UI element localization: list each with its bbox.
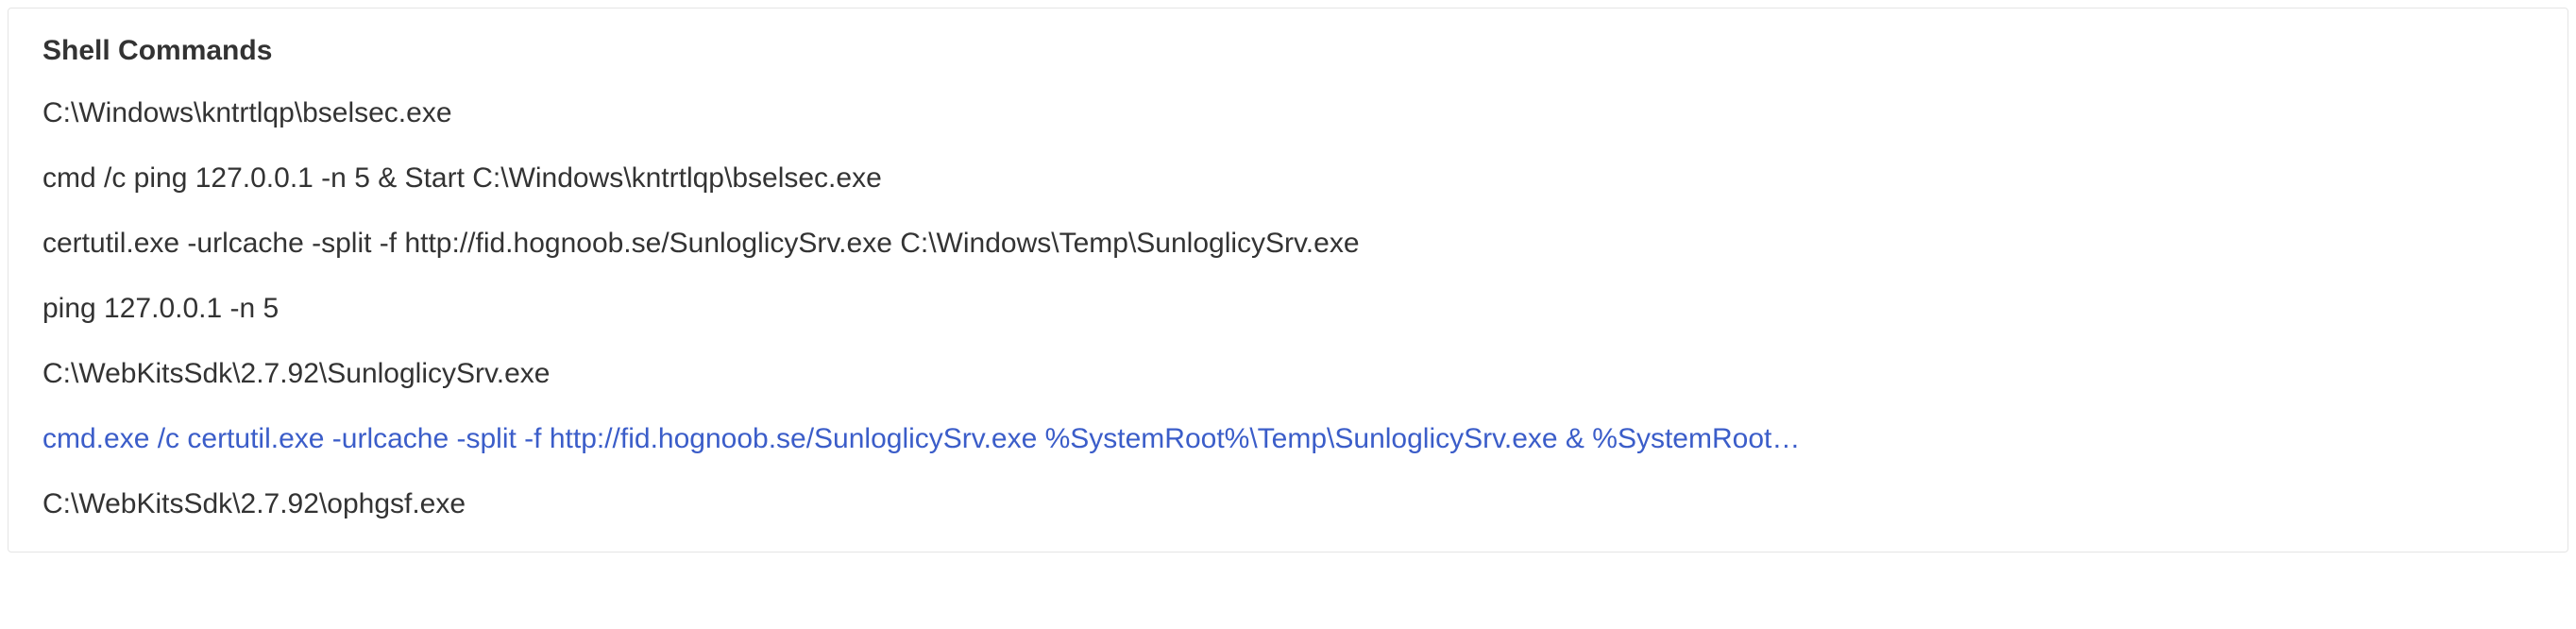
command-item: C:\WebKitsSdk\2.7.92\ophgsf.exe xyxy=(42,483,2534,525)
command-item: cmd /c ping 127.0.0.1 -n 5 & Start C:\Wi… xyxy=(42,157,2534,199)
command-item: C:\Windows\kntrtlqp\bselsec.exe xyxy=(42,92,2534,134)
shell-commands-panel: Shell Commands C:\Windows\kntrtlqp\bsels… xyxy=(8,8,2568,552)
command-item: certutil.exe -urlcache -split -f http://… xyxy=(42,222,2534,264)
command-item: C:\WebKitsSdk\2.7.92\SunloglicySrv.exe xyxy=(42,352,2534,395)
panel-title: Shell Commands xyxy=(42,35,2534,67)
command-item[interactable]: cmd.exe /c certutil.exe -urlcache -split… xyxy=(42,417,2534,460)
command-list: C:\Windows\kntrtlqp\bselsec.exe cmd /c pi… xyxy=(42,92,2534,525)
command-item: ping 127.0.0.1 -n 5 xyxy=(42,287,2534,330)
